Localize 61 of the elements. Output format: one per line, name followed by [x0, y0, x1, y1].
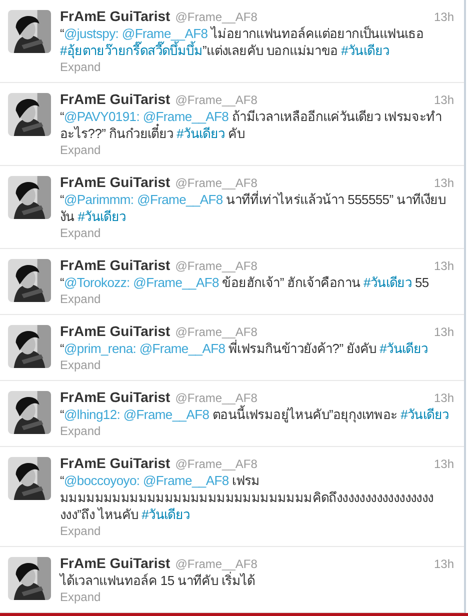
- timestamp[interactable]: 13h: [434, 175, 454, 192]
- tweet-text: “@PAVY0191: @Frame__AF8 ถ้ามีเวลาเหลืออีกแค่วันเดียว เฟรมจะทำอะไร??” กินก๋วยเตี๋ยว #วันเดียว คับ: [60, 108, 443, 142]
- user-handle[interactable]: @Frame__AF8: [175, 324, 258, 341]
- hashtag-link[interactable]: #วันเดียว: [400, 407, 449, 422]
- expand-link[interactable]: Expand: [60, 226, 101, 240]
- tweet-text: “@boccoyoyo: @Frame__AF8 เฟรม มมมมมมมมมมมมมมมมมมมมมมมมมมมมมคิดถึงงงงงงงงงงงงงงงงงงงง”ถึง ไหนคับ #วันเดียว: [60, 472, 434, 523]
- timestamp[interactable]: 13h: [434, 9, 454, 26]
- hashtag-link[interactable]: #วันเดียว: [364, 275, 412, 290]
- mention-link[interactable]: @Frame__AF8: [122, 26, 208, 41]
- user-name[interactable]: FrAmE GuiTarist: [60, 174, 170, 191]
- user-handle[interactable]: @Frame__AF8: [175, 258, 258, 275]
- tweet-text: ได้เวลาแฟนทอล์ค 15 นาทีคับ เริ่มได้: [60, 572, 256, 589]
- expand-link[interactable]: Expand: [60, 524, 101, 538]
- mention-link[interactable]: @Frame__AF8: [142, 109, 229, 124]
- hashtag-link[interactable]: #อุ้ยตายว๊ายกรี๊ดสวี๊ดบึ้มบึ้ม: [60, 43, 203, 58]
- mention-link[interactable]: @Frame__AF8: [123, 407, 210, 422]
- expand-link[interactable]: Expand: [60, 292, 101, 306]
- timestamp[interactable]: 13h: [434, 456, 454, 473]
- mention-link[interactable]: @Frame__AF8: [139, 341, 226, 356]
- mention-link[interactable]: @justspy:: [64, 26, 122, 41]
- hashtag-link[interactable]: #วันเดียว: [176, 126, 225, 141]
- user-name[interactable]: FrAmE GuiTarist: [60, 91, 170, 108]
- user-handle[interactable]: @Frame__AF8: [175, 92, 258, 109]
- expand-link[interactable]: Expand: [60, 424, 101, 438]
- user-name[interactable]: FrAmE GuiTarist: [60, 323, 170, 340]
- timestamp[interactable]: 13h: [434, 92, 454, 109]
- timestamp[interactable]: 13h: [434, 258, 454, 275]
- expand-link[interactable]: Expand: [60, 143, 101, 157]
- mention-link[interactable]: @boccoyoyo:: [64, 473, 144, 488]
- mention-link[interactable]: @Frame__AF8: [137, 192, 223, 207]
- mention-link[interactable]: @PAVY0191:: [64, 109, 143, 124]
- user-name[interactable]: FrAmE GuiTarist: [60, 257, 170, 274]
- user-name[interactable]: FrAmE GuiTarist: [60, 555, 170, 572]
- user-handle[interactable]: @Frame__AF8: [175, 9, 258, 26]
- expand-link[interactable]: Expand: [60, 590, 101, 604]
- tweet-text: “@Torokozz: @Frame__AF8 ข้อยฮักเจ้า” ฮักเจ้าคือกาน #วันเดียว 55: [60, 274, 430, 291]
- tweet-text: “@justspy: @Frame__AF8 ไม่อยากแฟนทอล์คแต่อยากเป็นแฟนเธอ #อุ้ยตายว๊ายกรี๊ดสวี๊ดบึ้มบึ้ม”แต่งเลยคับ บอกแม่มาขอ #วันเดียว: [60, 25, 425, 59]
- mention-link[interactable]: @Frame__AF8: [143, 473, 229, 488]
- user-name[interactable]: FrAmE GuiTarist: [60, 389, 170, 406]
- mention-link[interactable]: @Frame__AF8: [133, 275, 219, 290]
- mention-link[interactable]: @prim_rena:: [64, 341, 140, 356]
- user-handle[interactable]: @Frame__AF8: [175, 175, 258, 192]
- timestamp[interactable]: 13h: [434, 390, 454, 407]
- tweet-text: “@lhing12: @Frame__AF8 ตอนนี้เฟรมอยู่ไหนคับ”อยุกุงเทพอะ #วันเดียว: [60, 406, 450, 423]
- hashtag-link[interactable]: #วันเดียว: [142, 507, 190, 522]
- mention-link[interactable]: @lhing12:: [64, 407, 124, 422]
- timestamp[interactable]: 13h: [434, 324, 454, 341]
- expand-link[interactable]: Expand: [60, 358, 101, 372]
- user-handle[interactable]: @Frame__AF8: [175, 456, 258, 473]
- tweet-text: “@Parimmm: @Frame__AF8 นาทีที่เท่าไหร่แล้วน้าา 555555” นาทีเงียบงัน #วันเดียว: [60, 191, 446, 225]
- mention-link[interactable]: @Parimmm:: [64, 192, 138, 207]
- user-handle[interactable]: @Frame__AF8: [175, 556, 258, 573]
- hashtag-link[interactable]: #วันเดียว: [341, 43, 390, 58]
- timestamp[interactable]: 13h: [434, 556, 454, 573]
- user-name[interactable]: FrAmE GuiTarist: [60, 8, 170, 25]
- mention-link[interactable]: @Torokozz:: [64, 275, 134, 290]
- expand-link[interactable]: Expand: [60, 60, 101, 74]
- hashtag-link[interactable]: #วันเดียว: [78, 209, 126, 224]
- tweet-text: “@prim_rena: @Frame__AF8 พี่เฟรมกินข้าวยังค้า?” ยังคับ #วันเดียว: [60, 340, 429, 357]
- user-name[interactable]: FrAmE GuiTarist: [60, 455, 170, 472]
- hashtag-link[interactable]: #วันเดียว: [380, 341, 428, 356]
